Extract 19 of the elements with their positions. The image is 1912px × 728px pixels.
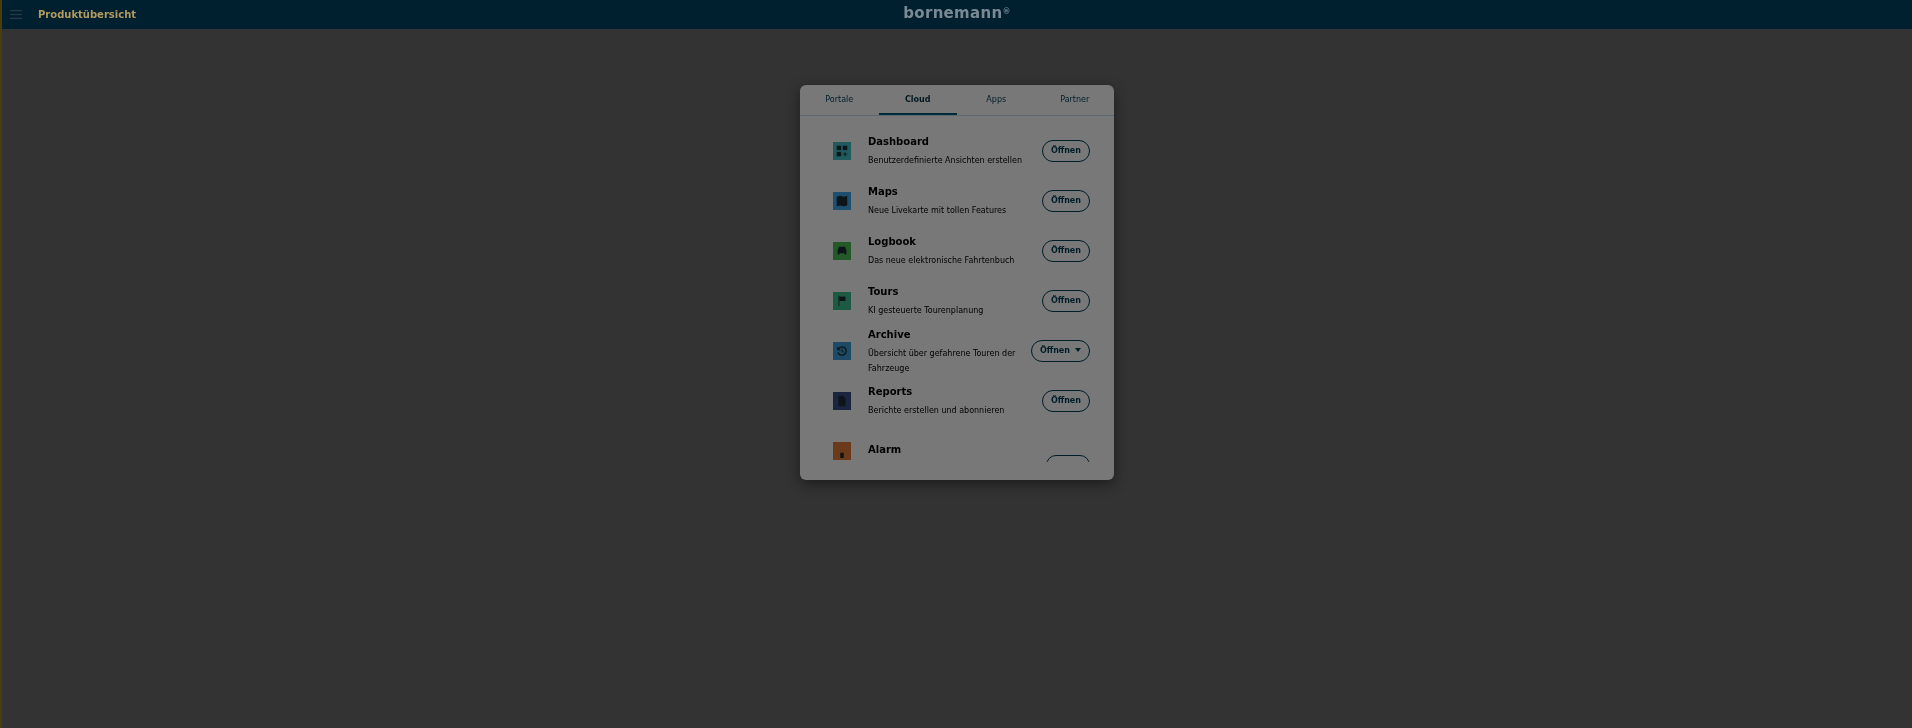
product-title: Tours [868,285,900,299]
product-title: Maps [868,185,899,199]
product-title: Alarm [868,442,903,457]
product-description: Benutzerdefinierte Ansichten erstellen [868,155,1024,167]
tab[interactable]: Portale [800,85,879,115]
product-title: Reports [868,385,914,399]
product-title: Archive [868,327,912,342]
product-title: Dashboard [868,135,930,149]
tab[interactable]: Partner [1035,85,1114,115]
page-title: Produktübersicht [38,8,137,22]
tab[interactable]: Cloud [878,85,957,115]
product-description: Übersicht über gefahrene Touren der Fahrzeuge [868,347,1017,375]
product-description: KI gesteuerte Tourenplanung [868,305,985,317]
product-description: Neue Livekarte mit tollen Features [868,205,1008,217]
brand-logo: bornemann$^{®}$ [903,3,1011,24]
product-title: Logbook [868,235,917,249]
tab[interactable]: Apps [957,85,1036,115]
product-description: Das neue elektronische Fahrtenbuch [868,255,1016,267]
product-description: Berichte erstellen und abonnieren [868,405,1006,417]
